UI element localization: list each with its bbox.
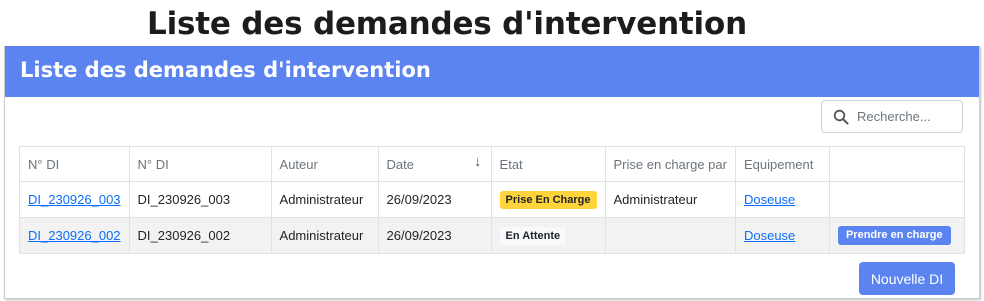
col-header-equipement[interactable]: Equipement bbox=[734, 146, 830, 182]
col-header-di[interactable]: N° DI bbox=[128, 146, 272, 182]
equipement-link[interactable]: Doseuse bbox=[744, 228, 795, 243]
cell-etat: Prise En Charge bbox=[490, 181, 606, 218]
cell-di: DI_230926_002 bbox=[128, 217, 272, 254]
col-header-di-link[interactable]: N° DI bbox=[19, 146, 130, 182]
search-icon bbox=[833, 109, 849, 124]
equipement-link[interactable]: Doseuse bbox=[744, 192, 795, 207]
cell-etat: En Attente bbox=[490, 217, 606, 254]
cell-auteur: Administrateur bbox=[270, 217, 379, 254]
di-table: N° DI N° DI Auteur Date ↓ Etat Prise en c… bbox=[19, 146, 966, 254]
cell-date: 26/09/2023 bbox=[377, 217, 492, 254]
cell-prise-par bbox=[604, 217, 736, 254]
cell-equipement: Doseuse bbox=[734, 181, 830, 218]
new-di-button[interactable]: Nouvelle DI bbox=[859, 262, 955, 295]
cell-equipement: Doseuse bbox=[734, 217, 830, 254]
cell-date: 26/09/2023 bbox=[377, 181, 492, 218]
sort-down-icon: ↓ bbox=[474, 153, 482, 170]
page-title: Liste des demandes d'intervention bbox=[147, 6, 747, 42]
card-header: Liste des demandes d'intervention bbox=[5, 46, 979, 97]
col-header-date[interactable]: Date ↓ bbox=[377, 146, 492, 182]
col-header-prise-par[interactable]: Prise en charge par bbox=[604, 146, 736, 182]
table-header-row: N° DI N° DI Auteur Date ↓ Etat Prise en c… bbox=[19, 146, 966, 182]
table-row: DI_230926_002 DI_230926_002 Administrate… bbox=[19, 217, 966, 254]
di-link[interactable]: DI_230926_002 bbox=[28, 228, 121, 243]
cell-action bbox=[828, 181, 966, 218]
search-box[interactable] bbox=[821, 100, 963, 133]
cell-auteur: Administrateur bbox=[270, 181, 379, 218]
col-header-action bbox=[828, 146, 966, 182]
status-badge: Prise En Charge bbox=[499, 190, 597, 209]
cell-di-link: DI_230926_002 bbox=[19, 217, 130, 254]
search-input[interactable] bbox=[857, 109, 957, 124]
status-badge: En Attente bbox=[499, 226, 567, 245]
cell-di: DI_230926_003 bbox=[128, 181, 272, 218]
take-charge-button[interactable]: Prendre en charge bbox=[837, 226, 951, 245]
table-row: DI_230926_003 DI_230926_003 Administrate… bbox=[19, 181, 966, 218]
col-header-etat[interactable]: Etat bbox=[490, 146, 606, 182]
cell-di-link: DI_230926_003 bbox=[19, 181, 130, 218]
di-list-card: Liste des demandes d'intervention N° DI … bbox=[4, 46, 980, 299]
di-link[interactable]: DI_230926_003 bbox=[28, 192, 121, 207]
cell-prise-par: Administrateur bbox=[604, 181, 736, 218]
cell-action: Prendre en charge bbox=[828, 217, 966, 254]
col-header-auteur[interactable]: Auteur bbox=[270, 146, 379, 182]
